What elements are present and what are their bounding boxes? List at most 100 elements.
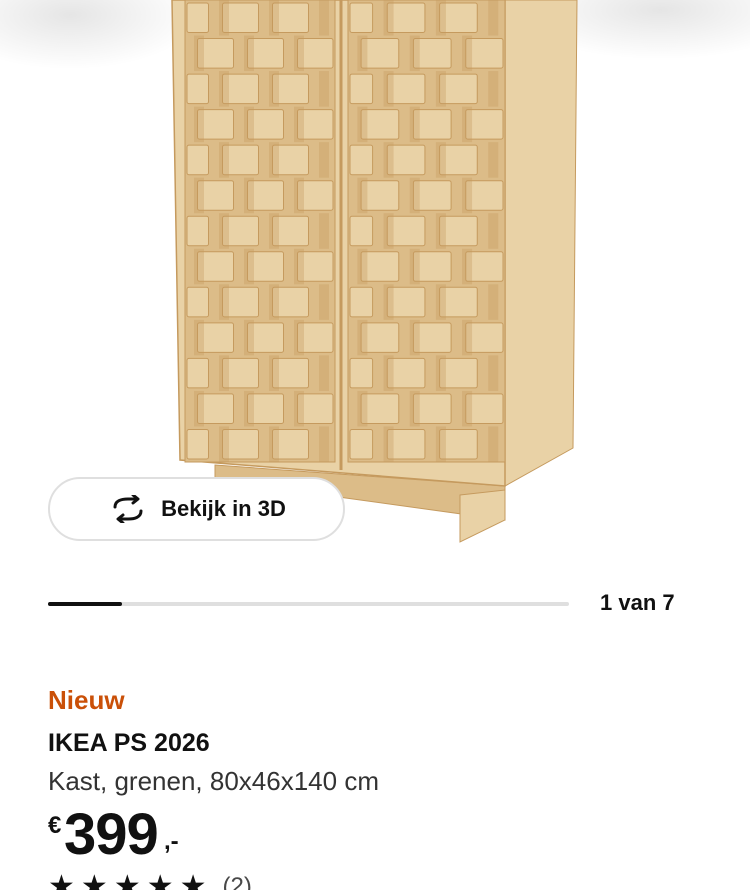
weave-band bbox=[194, 106, 204, 143]
image-carousel-progress[interactable] bbox=[48, 602, 569, 606]
rating-count: (2) bbox=[222, 873, 252, 890]
weave-band bbox=[219, 355, 229, 391]
weave-band bbox=[435, 355, 446, 391]
weave-band bbox=[194, 390, 204, 427]
carousel-counter: 1 van 7 bbox=[600, 590, 675, 615]
carousel-progress-fill bbox=[48, 602, 123, 606]
weave-band bbox=[383, 142, 394, 178]
weave-band bbox=[219, 284, 229, 320]
weave-band bbox=[219, 213, 229, 249]
weave-strip bbox=[349, 144, 374, 176]
weave-band bbox=[435, 213, 446, 249]
weave-band bbox=[194, 177, 204, 214]
weave-strip bbox=[349, 215, 374, 247]
weave-band bbox=[319, 71, 329, 107]
weave-strip bbox=[349, 286, 374, 318]
weave-band bbox=[488, 71, 499, 107]
weave-band bbox=[409, 35, 420, 72]
weave-band bbox=[269, 71, 279, 107]
weave-band bbox=[294, 319, 304, 356]
weave-band bbox=[357, 35, 368, 72]
weave-band bbox=[244, 319, 254, 356]
weave-band bbox=[435, 426, 446, 462]
weave-band bbox=[194, 319, 204, 356]
weave-strip bbox=[349, 428, 374, 460]
weave-band bbox=[462, 177, 473, 214]
price-suffix: ,- bbox=[164, 828, 179, 855]
weave-band bbox=[435, 284, 446, 320]
weave-strip bbox=[186, 428, 209, 460]
weave-strip bbox=[186, 73, 209, 105]
product-description: Kast, grenen, 80x46x140 cm bbox=[48, 766, 379, 796]
weave-strip bbox=[186, 2, 209, 34]
weave-band bbox=[357, 106, 368, 143]
weave-band bbox=[269, 142, 279, 178]
weave-band bbox=[435, 71, 446, 107]
weave-band bbox=[357, 390, 368, 427]
weave-band bbox=[269, 355, 279, 391]
weave-band bbox=[269, 213, 279, 249]
star-icon: ★ bbox=[146, 870, 174, 890]
weave-band bbox=[294, 390, 304, 427]
weave-band bbox=[269, 426, 279, 462]
weave-strip bbox=[186, 357, 209, 389]
price-currency: € bbox=[48, 812, 62, 839]
product-image[interactable] bbox=[0, 0, 750, 560]
weave-band bbox=[488, 142, 499, 178]
product-rating[interactable]: ★ ★ ★ ★ ★ (2) bbox=[48, 872, 252, 890]
star-icon: ★ bbox=[80, 870, 108, 890]
weave-band bbox=[219, 71, 229, 107]
weave-band bbox=[488, 426, 499, 462]
weave-strip bbox=[349, 73, 374, 105]
view-in-3d-button[interactable]: Bekijk in 3D bbox=[48, 477, 345, 541]
weave-band bbox=[294, 248, 304, 285]
weave-band bbox=[244, 106, 254, 143]
new-badge: Nieuw bbox=[48, 685, 125, 715]
weave-band bbox=[383, 426, 394, 462]
weave-band bbox=[462, 319, 473, 356]
weave-band bbox=[409, 248, 420, 285]
weave-band bbox=[244, 177, 254, 214]
weave-band bbox=[435, 0, 446, 36]
cabinet-side-panel bbox=[504, 0, 578, 487]
weave-band bbox=[294, 35, 304, 72]
weave-band bbox=[435, 142, 446, 178]
weave-band bbox=[319, 355, 329, 391]
weave-band bbox=[357, 177, 368, 214]
weave-strip bbox=[349, 2, 374, 34]
weave-band bbox=[488, 355, 499, 391]
weave-band bbox=[194, 35, 204, 72]
weave-strip bbox=[186, 215, 209, 247]
half-star-icon: ★ bbox=[179, 870, 207, 890]
weave-band bbox=[294, 106, 304, 143]
price-amount: 399 bbox=[64, 802, 159, 867]
weave-strip bbox=[186, 286, 209, 318]
product-name: IKEA PS 2026 bbox=[48, 729, 210, 757]
weave-band bbox=[319, 284, 329, 320]
weave-band bbox=[383, 71, 394, 107]
weave-band bbox=[244, 35, 254, 72]
weave-strip bbox=[349, 357, 374, 389]
weave-band bbox=[462, 390, 473, 427]
weave-band bbox=[409, 106, 420, 143]
weave-band bbox=[409, 177, 420, 214]
weave-band bbox=[462, 248, 473, 285]
weave-band bbox=[383, 355, 394, 391]
rotate-3d-icon bbox=[107, 493, 149, 525]
weave-band bbox=[462, 106, 473, 143]
weave-band bbox=[244, 248, 254, 285]
cabinet-leg bbox=[459, 489, 506, 543]
weave-band bbox=[383, 0, 394, 36]
weave-band bbox=[357, 319, 368, 356]
star-icon: ★ bbox=[48, 870, 75, 890]
weave-band bbox=[409, 390, 420, 427]
weave-band bbox=[383, 213, 394, 249]
weave-band bbox=[383, 284, 394, 320]
weave-band bbox=[319, 142, 329, 178]
weave-band bbox=[269, 0, 279, 36]
weave-band bbox=[488, 0, 499, 36]
weave-band bbox=[219, 0, 229, 36]
weave-band bbox=[462, 35, 473, 72]
weave-band bbox=[488, 284, 499, 320]
weave-strip bbox=[186, 144, 209, 176]
